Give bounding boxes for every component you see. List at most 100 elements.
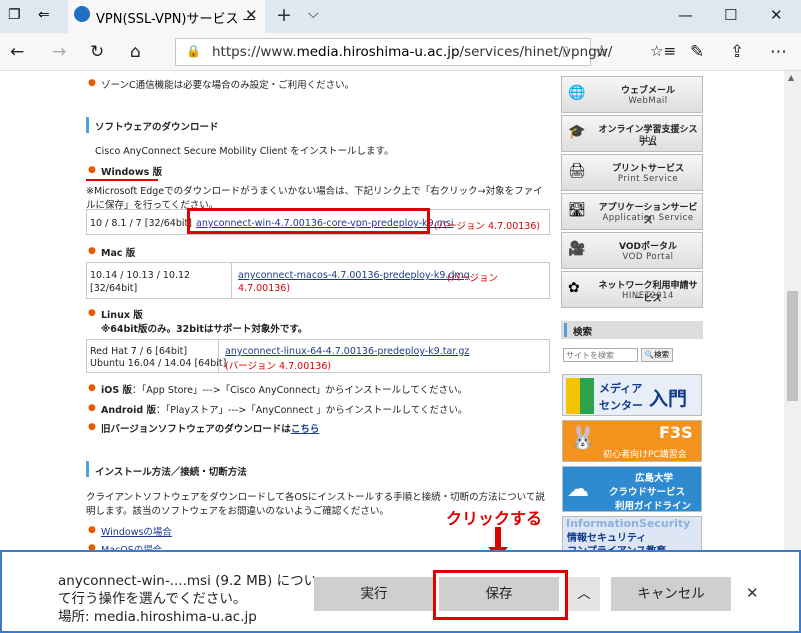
bullet-icon: ● — [88, 525, 96, 535]
banner-media-1: メディア — [599, 382, 643, 395]
sidebar-item-vod[interactable]: 🎥 VODポータル VOD Portal — [561, 232, 703, 269]
cancel-button[interactable]: キャンセル — [611, 577, 731, 611]
old-version-link[interactable]: こちら — [291, 424, 320, 435]
ios-line: iOS 版：「App Store」--->「Cisco AnyConnect」か… — [101, 382, 467, 396]
mac-version-1: (バージョン — [447, 273, 499, 284]
forward-icon[interactable]: → — [52, 42, 66, 62]
sidebar-item-bb9[interactable]: 🎓 オンライン学習支援システム Bb9 — [561, 115, 703, 152]
mac-version-2: 4.7.00136) — [238, 283, 291, 294]
sidebar-item-hinet[interactable]: ✿ ネットワーク利用申請サービス HINET2014 — [561, 271, 703, 308]
site-search-button[interactable]: 🔍検索 — [641, 348, 673, 362]
mac-download-row: 10.14 / 10.13 / 10.12 [32/64bit] anyconn… — [86, 262, 550, 299]
cancel-label: キャンセル — [637, 586, 705, 602]
share-icon[interactable]: ⇪ — [730, 42, 744, 62]
url-prefix: https://www. — [212, 44, 297, 60]
banner-cloud-3: 利用ガイドライン — [615, 501, 692, 512]
banner-cloud[interactable]: ☁ 広島大学 クラウドサービス 利用ガイドライン — [562, 466, 702, 512]
ios-label: iOS 版 — [101, 385, 132, 396]
linux-note: ※64bit版のみ。32bitはサポート対象外です。 — [101, 324, 308, 335]
tab-list-icon[interactable]: ⌵ — [308, 6, 319, 22]
network-flower-icon: ✿ — [568, 280, 580, 296]
bullet-icon: ● — [88, 308, 96, 318]
install-desc-2: 明します。該当のソフトウェアをお間違いのないようご確認ください。 — [86, 506, 389, 517]
save-options-button[interactable]: ︿ — [568, 577, 600, 611]
old-version-line: 旧バージョンソフトウェアのダウンロードはこちら — [101, 421, 319, 435]
run-button[interactable]: 実行 — [314, 577, 434, 611]
tab-close-icon[interactable]: ✕ — [245, 6, 258, 24]
windows-case-link[interactable]: Windowsの場合 — [101, 524, 172, 538]
old-version-text: 旧バージョンソフトウェアのダウンロードは — [101, 424, 291, 435]
tab-back-icon[interactable]: ⇐ — [38, 7, 50, 23]
address-bar: ← → ↻ ⌂ 🔒 https://www.media.hiroshima-u.… — [0, 33, 801, 71]
cloud-icon: ☁ — [567, 477, 589, 502]
bullet-icon: ● — [88, 78, 96, 88]
windows-heading: Windows 版 — [101, 167, 163, 178]
mac-os-1: 10.14 / 10.13 / 10.12 — [90, 270, 191, 281]
url-path: /services/hinet/vpngw/ — [459, 44, 613, 60]
webmail-icon: 🌐 — [568, 85, 586, 101]
minimize-icon[interactable]: — — [678, 6, 693, 24]
download-location: 場所: media.hiroshima-u.ac.jp — [58, 609, 257, 625]
more-icon[interactable]: ⋯ — [770, 42, 787, 62]
banner-media-2: センター — [599, 399, 643, 412]
printer-icon: 🖨 — [568, 163, 586, 179]
magnifier-icon: 🔍 — [644, 350, 655, 359]
favorites-icon[interactable]: ☆≡ — [650, 42, 676, 60]
video-camera-icon: 🎥 — [568, 241, 586, 257]
edge-note-1: ※Microsoft Edgeでのダウンロードがうまくいかない場合は、下記リンク… — [86, 186, 543, 197]
refresh-icon[interactable]: ↻ — [90, 42, 104, 62]
tab-actions-icon[interactable]: ❐ — [8, 7, 21, 23]
window-close-icon[interactable]: ✕ — [770, 6, 783, 24]
android-line: Android 版：「Playストア」--->「AnyConnect 」からイン… — [101, 402, 468, 416]
home-icon[interactable]: ⌂ — [130, 42, 141, 62]
pen-icon[interactable]: ✎ — [690, 42, 704, 62]
linux-heading: Linux 版 — [101, 310, 143, 321]
scroll-up-icon[interactable]: ▲ — [788, 73, 794, 82]
sidebar-item-application[interactable]: 🛣 アプリケーションサービス Application Service — [561, 193, 703, 230]
linux-version: (バージョン 4.7.00136) — [225, 361, 332, 372]
tab-title: VPN(SSL-VPN)サービス — — [96, 12, 256, 27]
windows-os: 10 / 8.1 / 7 [32/64bit] — [90, 218, 192, 229]
banner-cloud-1: 広島大学 — [635, 473, 674, 484]
scrollbar-thumb[interactable] — [787, 291, 798, 401]
install-note: Cisco AnyConnect Secure Mobility Client … — [95, 146, 394, 157]
ios-text: ：「App Store」--->「Cisco AnyConnect」からインスト… — [131, 385, 468, 396]
mac-download-link[interactable]: anyconnect-macos-4.7.00136-predeploy-k9.… — [238, 270, 470, 281]
section-marker — [86, 117, 89, 133]
bullet-icon: ● — [88, 403, 96, 413]
tab-vpn[interactable]: VPN(SSL-VPN)サービス — ✕ — [68, 0, 265, 33]
cell-divider — [231, 263, 232, 298]
site-search-input[interactable] — [563, 348, 638, 362]
download-message-2: て行う操作を選んでください。 — [58, 591, 247, 607]
url-field[interactable]: 🔒 https://www.media.hiroshima-u.ac.jp/se… — [175, 38, 612, 66]
highlight-box — [187, 208, 430, 234]
section-software-heading: ソフトウェアのダウンロード — [95, 122, 219, 133]
bullet-icon: ● — [88, 165, 96, 175]
back-icon[interactable]: ← — [10, 42, 24, 62]
lock-icon: 🔒 — [186, 44, 201, 58]
mortarboard-icon: 🎓 — [568, 124, 586, 140]
reading-view-icon[interactable]: ▯ — [562, 44, 569, 59]
favorite-star-icon[interactable]: ☆ — [594, 42, 609, 62]
sidebar-item-webmail[interactable]: 🌐 ウェブメール WebMail — [561, 76, 703, 113]
mac-os-2: [32/64bit] — [90, 283, 138, 294]
sidebar-item-title: ウェブメール — [620, 86, 675, 96]
chevron-up-icon: ︿ — [577, 586, 591, 602]
banner-f3s-sub: 初心者向けPC講習会 — [603, 450, 687, 460]
download-close-icon[interactable]: ✕ — [746, 584, 759, 602]
new-tab-icon[interactable]: + — [276, 4, 292, 26]
linux-download-link[interactable]: anyconnect-linux-64-4.7.00136-predeploy-… — [225, 346, 469, 357]
download-bar: anyconnect-win-....msi (9.2 MB) につい て行う操… — [0, 550, 801, 633]
vertical-scrollbar[interactable]: ▲ — [784, 71, 801, 633]
windows-underline — [86, 179, 158, 181]
android-label: Android 版 — [101, 405, 156, 416]
mac-heading: Mac 版 — [101, 248, 136, 259]
maximize-icon[interactable]: ☐ — [724, 6, 737, 24]
linux-os-2: Ubuntu 16.04 / 14.04 [64bit] — [90, 358, 227, 369]
search-header-marker — [564, 323, 567, 337]
banner-f3s[interactable]: 🐰 F3S 初心者向けPC講習会 — [562, 420, 702, 462]
sidebar-item-print[interactable]: 🖨 プリントサービス Print Service — [561, 154, 703, 191]
banner-media-center[interactable]: メディア センター 入門 — [562, 374, 702, 416]
sidebar: 🌐 ウェブメール WebMail 🎓 オンライン学習支援システム Bb9 🖨 プリントサービス… — [561, 76, 703, 311]
bullet-icon: ● — [88, 383, 96, 393]
